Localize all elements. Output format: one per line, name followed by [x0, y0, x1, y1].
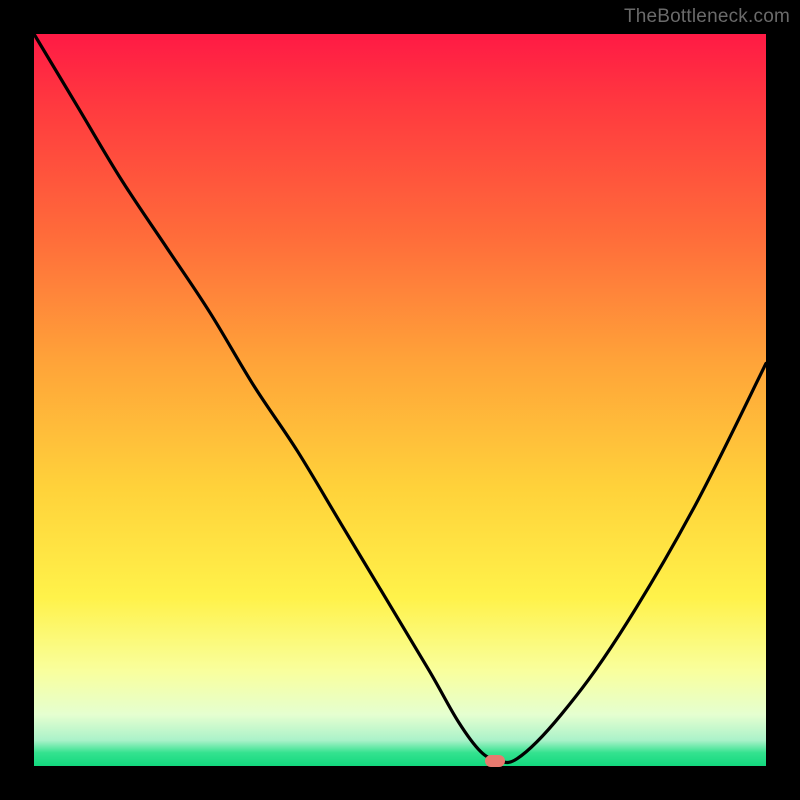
bottleneck-curve	[34, 34, 766, 766]
plot-area	[34, 34, 766, 766]
watermark-text: TheBottleneck.com	[624, 6, 790, 28]
chart-frame: TheBottleneck.com	[0, 0, 800, 800]
optimal-point-marker	[485, 755, 505, 767]
